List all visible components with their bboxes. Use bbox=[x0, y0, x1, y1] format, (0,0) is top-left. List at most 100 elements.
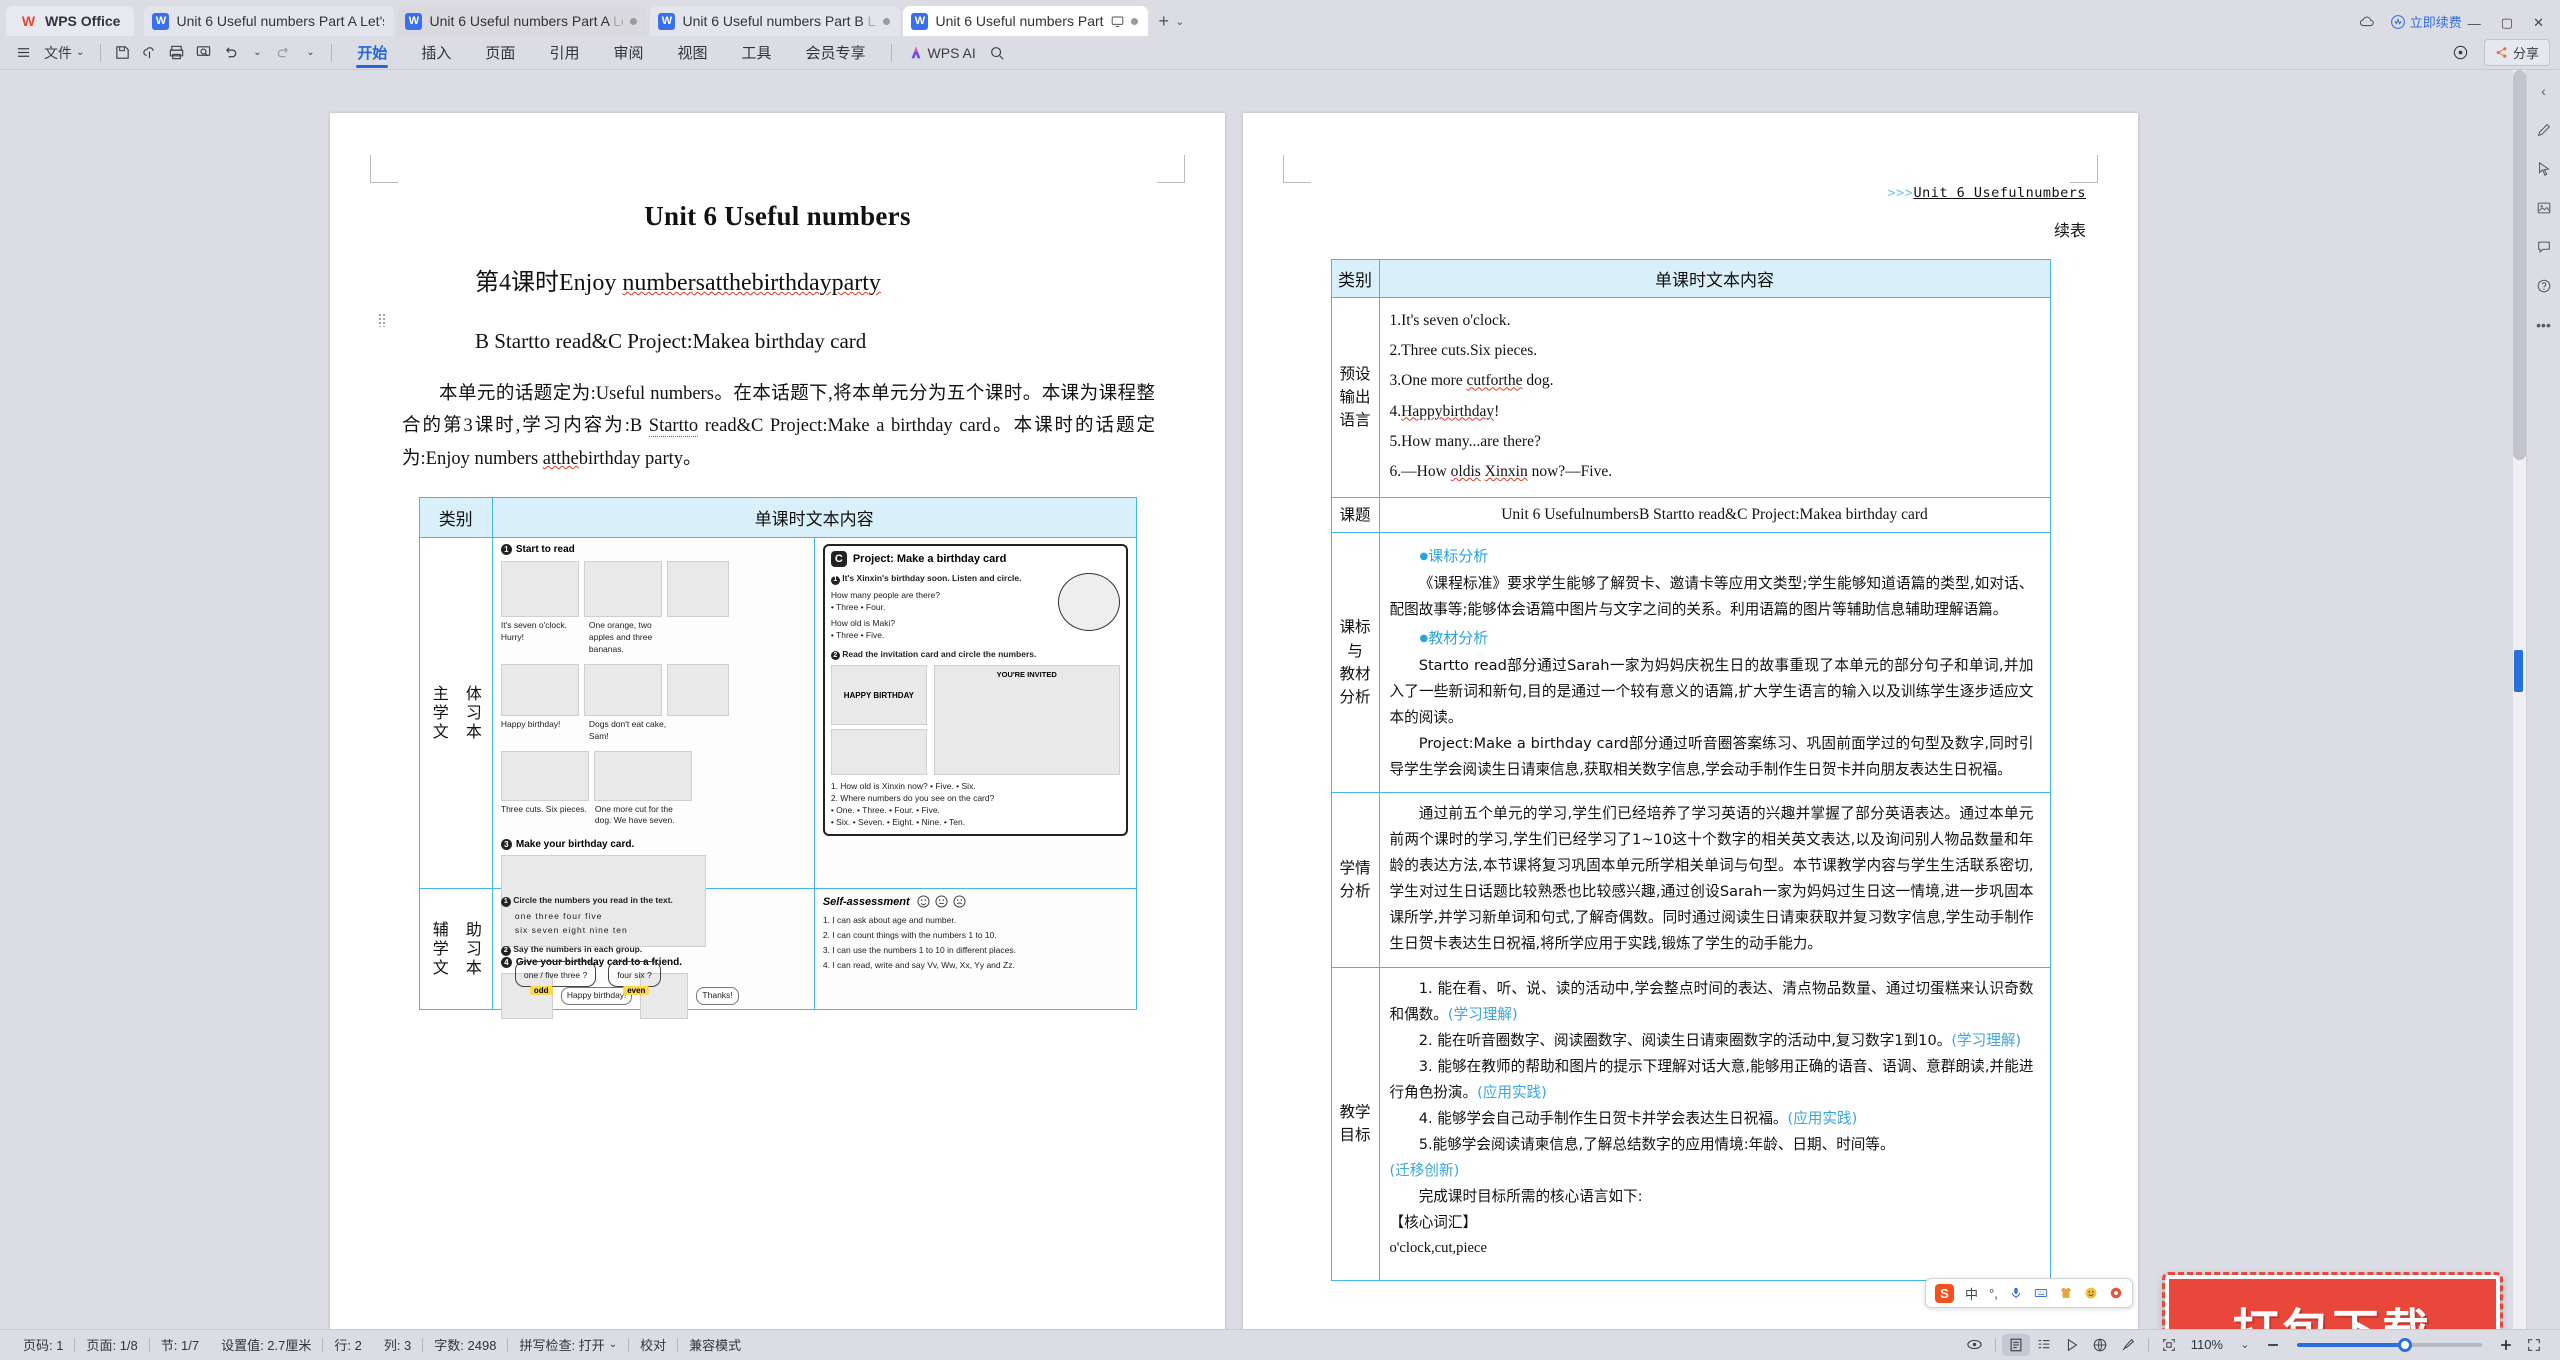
document-page-right[interactable]: >>>Unit 6 Usefulnumbers 续表 类别 单课时文本内容 预设… bbox=[1243, 113, 2138, 1329]
rail-expand-icon[interactable]: ‹ bbox=[2533, 80, 2555, 102]
status-section[interactable]: 节: 1/7 bbox=[150, 1335, 210, 1354]
zoom-out-button[interactable] bbox=[2259, 1334, 2287, 1356]
ribbon-tab-home[interactable]: 开始 bbox=[340, 37, 404, 69]
margin-corner-icon bbox=[2070, 155, 2098, 183]
project-q1: How many people are there? bbox=[830, 590, 940, 601]
chevron-down-icon: ⌄ bbox=[608, 1339, 618, 1350]
status-proofread[interactable]: 校对 bbox=[629, 1335, 677, 1354]
document-tab-4[interactable]: W Unit 6 Useful numbers Part bbox=[903, 6, 1148, 36]
document-page-left[interactable]: Unit 6 Useful numbers 第4课时Enjoy numbersa… bbox=[330, 113, 1225, 1329]
hamburger-menu-icon[interactable] bbox=[10, 40, 36, 66]
ribbon-tab-member[interactable]: 会员专享 bbox=[789, 37, 883, 69]
undo-dropdown-icon[interactable]: ⌄ bbox=[244, 40, 270, 66]
microphone-icon[interactable] bbox=[2009, 1286, 2023, 1300]
collaborate-icon[interactable] bbox=[2447, 40, 2474, 66]
document-workspace[interactable]: Unit 6 Useful numbers 第4课时Enjoy numbersa… bbox=[0, 70, 2560, 1329]
zoom-slider-knob[interactable] bbox=[2398, 1337, 2412, 1352]
scan-heading-make-card: 3 Make your birthday card. bbox=[500, 839, 806, 851]
wps-ai-button[interactable]: WPS AI bbox=[900, 40, 984, 66]
view-reading-button[interactable] bbox=[2058, 1334, 2086, 1356]
comment-icon[interactable] bbox=[2533, 236, 2555, 258]
minimize-button[interactable]: — bbox=[2468, 16, 2481, 31]
download-stamp-watermark[interactable]: 打包下载 bbox=[2162, 1272, 2503, 1329]
print-button[interactable] bbox=[163, 40, 190, 66]
ime-punctuation-toggle[interactable]: °, bbox=[1989, 1286, 1998, 1301]
cursor-select-icon[interactable] bbox=[2533, 158, 2555, 180]
undo-button[interactable] bbox=[217, 40, 244, 66]
ribbon-tab-tools[interactable]: 工具 bbox=[724, 37, 788, 69]
chevron-down-icon[interactable]: ⌄ bbox=[1175, 15, 1184, 28]
row-label-topic: 课题 bbox=[1330, 497, 1380, 534]
view-print-layout-button[interactable] bbox=[2001, 1333, 2030, 1356]
status-divider bbox=[2147, 1337, 2149, 1352]
image-icon[interactable] bbox=[2533, 197, 2555, 219]
goal-item: 5.能够学会阅读请柬信息,了解总结数字的应用情境:年龄、日期、时间等。 bbox=[1418, 1136, 1895, 1154]
table-row: 辅学文 助习本 1 Circle the numbers you read in… bbox=[418, 888, 1137, 1011]
document-tab-2[interactable]: W Unit 6 Useful numbers Part A Le bbox=[397, 6, 648, 36]
textbook-scan-exercise: 1 Circle the numbers you read in the tex… bbox=[493, 889, 814, 1009]
ribbon-tab-page[interactable]: 页面 bbox=[468, 37, 532, 69]
zoom-level-label[interactable]: 110% bbox=[2183, 1337, 2231, 1352]
status-page-number[interactable]: 页码: 1 bbox=[12, 1335, 74, 1354]
save-button[interactable] bbox=[109, 40, 136, 66]
ime-toolbar[interactable]: S 中 °, bbox=[1925, 1278, 2133, 1308]
section-c-badge: C bbox=[830, 551, 847, 568]
emoji-icon[interactable] bbox=[2084, 1286, 2098, 1300]
fullscreen-button[interactable] bbox=[2520, 1334, 2548, 1356]
highlight-brush-button[interactable] bbox=[2114, 1334, 2142, 1356]
status-word-count[interactable]: 字数: 2498 bbox=[423, 1335, 507, 1354]
ime-language-toggle[interactable]: 中 bbox=[1965, 1284, 1978, 1303]
even-label: even bbox=[623, 985, 650, 995]
status-compat-mode[interactable]: 兼容模式 bbox=[678, 1335, 752, 1354]
view-web-layout-button[interactable] bbox=[2086, 1334, 2114, 1356]
ribbon-tab-insert[interactable]: 插入 bbox=[404, 37, 468, 69]
status-row[interactable]: 行: 2 bbox=[323, 1335, 372, 1354]
maximize-button[interactable]: ▢ bbox=[2501, 15, 2513, 31]
close-button[interactable]: ✕ bbox=[2533, 15, 2544, 31]
document-tab-3[interactable]: W Unit 6 Useful numbers Part B Le bbox=[650, 6, 901, 36]
zoom-in-button[interactable] bbox=[2492, 1334, 2520, 1356]
document-tab-1[interactable]: W Unit 6 Useful numbers Part A Let's bbox=[144, 6, 395, 36]
toolbar-divider bbox=[331, 43, 333, 62]
search-icon[interactable] bbox=[984, 40, 1010, 66]
status-col[interactable]: 列: 3 bbox=[373, 1335, 422, 1354]
wps-office-home-tab[interactable]: W WPS Office bbox=[6, 6, 135, 36]
document-tab-1-label: Unit 6 Useful numbers Part A Let's bbox=[176, 13, 385, 29]
view-outline-button[interactable] bbox=[2030, 1334, 2058, 1356]
keyboard-icon[interactable] bbox=[2034, 1286, 2048, 1300]
document-tab-3-label: Unit 6 Useful numbers Part B Le bbox=[682, 13, 876, 29]
continued-table-label: 续表 bbox=[2053, 221, 2086, 240]
paragraph-drag-handle[interactable] bbox=[378, 313, 387, 327]
print-preview-button[interactable] bbox=[190, 40, 217, 66]
eye-preview-icon[interactable] bbox=[1961, 1334, 1989, 1356]
redo-button[interactable] bbox=[270, 40, 297, 66]
ribbon-tab-reference[interactable]: 引用 bbox=[532, 37, 596, 69]
scrollbar-thumb[interactable] bbox=[2513, 70, 2526, 460]
ime-settings-icon[interactable] bbox=[2109, 1286, 2123, 1300]
pen-icon[interactable] bbox=[2533, 119, 2555, 141]
skin-shirt-icon[interactable] bbox=[2059, 1286, 2073, 1300]
status-setting[interactable]: 设置值: 2.7厘米 bbox=[210, 1335, 322, 1354]
right-tool-rail: ‹ ••• bbox=[2526, 70, 2560, 1329]
status-page-of[interactable]: 页面: 1/8 bbox=[75, 1335, 148, 1354]
renew-vip-button[interactable]: 立即续费 bbox=[2390, 12, 2462, 31]
new-tab-button[interactable]: + ⌄ bbox=[1151, 6, 1193, 36]
zoom-dropdown-icon[interactable]: ⌄ bbox=[2231, 1334, 2259, 1356]
cloud-save-button[interactable] bbox=[136, 40, 163, 66]
cloud-sync-icon[interactable] bbox=[2358, 13, 2376, 31]
present-icon[interactable] bbox=[1111, 15, 1124, 28]
scan-image: YOU'RE INVITED bbox=[933, 665, 1120, 776]
file-menu-button[interactable]: 文件 ⌄ bbox=[36, 40, 92, 66]
window-tab-bar: W WPS Office W Unit 6 Useful numbers Par… bbox=[0, 0, 2560, 36]
quick-access-dropdown-icon[interactable]: ⌄ bbox=[297, 40, 323, 66]
zoom-slider[interactable] bbox=[2297, 1337, 2482, 1352]
analysis-paragraph: Startto read部分通过Sarah一家为妈妈庆祝生日的故事重现了本单元的… bbox=[1389, 656, 2034, 726]
help-icon[interactable] bbox=[2533, 275, 2555, 297]
status-spellcheck[interactable]: 拼写检查: 打开 ⌄ bbox=[508, 1335, 628, 1354]
sogou-ime-icon[interactable]: S bbox=[1935, 1283, 1954, 1303]
share-button[interactable]: 分享 bbox=[2483, 39, 2550, 66]
ribbon-tab-view[interactable]: 视图 bbox=[660, 37, 724, 69]
more-options-icon[interactable]: ••• bbox=[2533, 314, 2555, 336]
fit-page-button[interactable] bbox=[2155, 1334, 2183, 1356]
ribbon-tab-review[interactable]: 审阅 bbox=[596, 37, 660, 69]
